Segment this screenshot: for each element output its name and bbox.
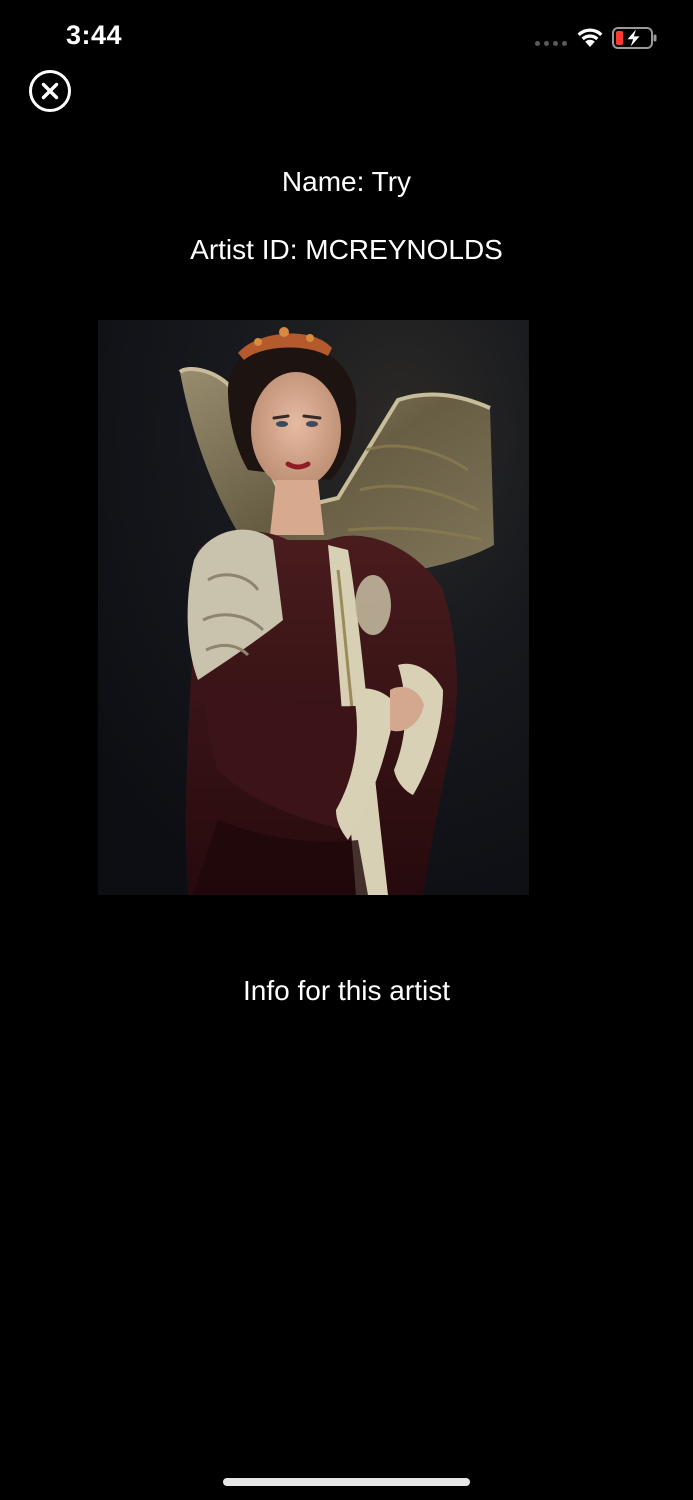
cellular-signal-icon [535, 41, 567, 47]
home-indicator[interactable] [223, 1478, 470, 1486]
battery-charging-icon [612, 27, 657, 49]
artist-id-label: Artist ID: MCREYNOLDS [190, 234, 503, 265]
close-button[interactable] [28, 69, 72, 113]
status-time: 3:44 [66, 20, 123, 50]
close-icon [29, 70, 71, 112]
status-bar: 3:44 [0, 0, 693, 76]
artist-name-label: Name: Try [281, 166, 412, 197]
wifi-icon [577, 28, 603, 47]
artist-info-label: Info for this artist [243, 975, 450, 1006]
artwork-image [98, 320, 529, 895]
